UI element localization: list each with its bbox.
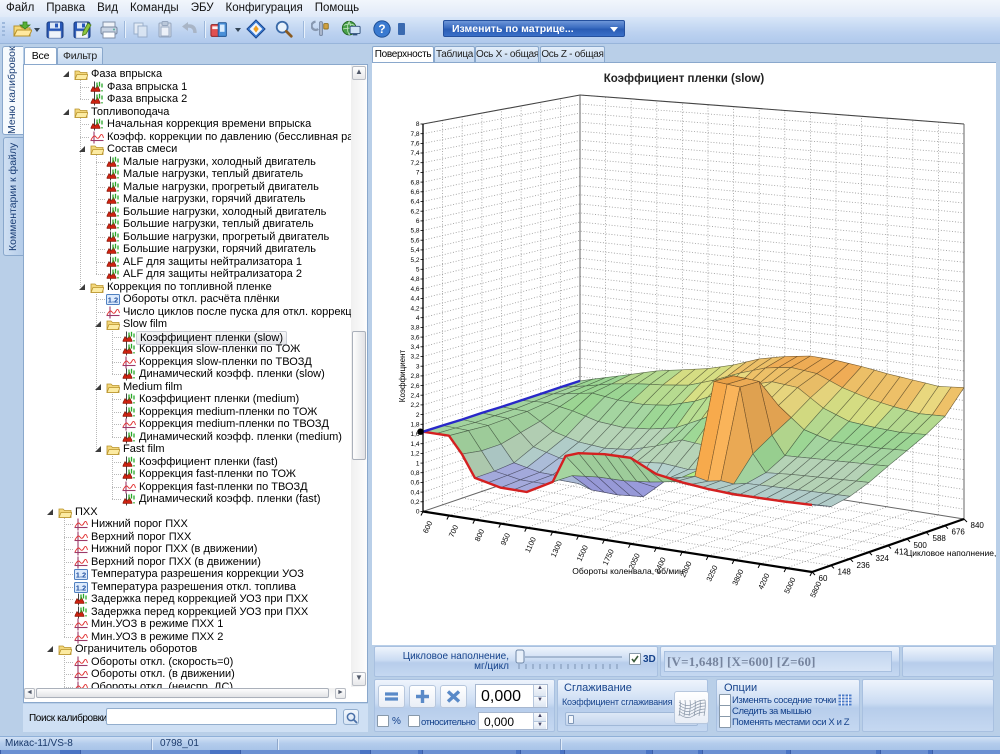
svg-text:3,8: 3,8 bbox=[410, 325, 419, 332]
svg-text:3: 3 bbox=[416, 363, 420, 370]
svg-text:Коэффициент пленки (slow): Коэффициент пленки (slow) bbox=[604, 73, 765, 85]
svg-text:1.2: 1.2 bbox=[108, 296, 118, 305]
svg-text:5,2: 5,2 bbox=[410, 257, 419, 264]
svg-text:2,4: 2,4 bbox=[410, 392, 419, 399]
svg-text:60: 60 bbox=[819, 574, 828, 583]
svg-text:1,4: 1,4 bbox=[410, 441, 419, 448]
svg-text:1.2: 1.2 bbox=[76, 583, 86, 592]
svg-text:0,2: 0,2 bbox=[410, 499, 419, 506]
svg-text:6,6: 6,6 bbox=[410, 189, 419, 196]
svg-text:2,6: 2,6 bbox=[410, 383, 419, 390]
svg-text:7,4: 7,4 bbox=[410, 150, 419, 157]
svg-text:5,8: 5,8 bbox=[410, 228, 419, 235]
svg-text:4,8: 4,8 bbox=[410, 276, 419, 283]
svg-text:5,6: 5,6 bbox=[410, 237, 419, 244]
svg-text:0,8: 0,8 bbox=[410, 470, 419, 477]
svg-text:6: 6 bbox=[416, 218, 420, 225]
svg-text:Обороты коленвала, об/мин: Обороты коленвала, об/мин bbox=[572, 566, 684, 576]
svg-text:588: 588 bbox=[933, 534, 947, 543]
svg-text:7,6: 7,6 bbox=[410, 141, 419, 148]
svg-text:4,4: 4,4 bbox=[410, 296, 419, 303]
svg-text:4: 4 bbox=[416, 315, 420, 322]
svg-text:676: 676 bbox=[952, 528, 966, 537]
svg-text:148: 148 bbox=[838, 567, 852, 576]
svg-text:7: 7 bbox=[416, 170, 420, 177]
svg-text:5,4: 5,4 bbox=[410, 247, 419, 254]
svg-text:6,8: 6,8 bbox=[410, 179, 419, 186]
svg-text:2,2: 2,2 bbox=[410, 402, 419, 409]
svg-text:0,4: 0,4 bbox=[410, 489, 419, 496]
svg-text:Коэффициент: Коэффициент bbox=[398, 349, 407, 402]
svg-text:1: 1 bbox=[416, 460, 420, 467]
svg-text:3,6: 3,6 bbox=[410, 334, 419, 341]
svg-text:0,6: 0,6 bbox=[410, 480, 419, 487]
svg-text:1,8: 1,8 bbox=[410, 422, 419, 429]
svg-text:?: ? bbox=[378, 22, 385, 36]
svg-text:4,6: 4,6 bbox=[410, 286, 419, 293]
svg-text:236: 236 bbox=[857, 561, 871, 570]
svg-text:1,2: 1,2 bbox=[410, 451, 419, 458]
svg-text:5: 5 bbox=[416, 267, 420, 274]
svg-text:6,4: 6,4 bbox=[410, 199, 419, 206]
svg-text:7,2: 7,2 bbox=[410, 160, 419, 167]
svg-text:4,2: 4,2 bbox=[410, 305, 419, 312]
svg-text:3,2: 3,2 bbox=[410, 354, 419, 361]
svg-text:7,8: 7,8 bbox=[410, 131, 419, 138]
svg-text:1.2: 1.2 bbox=[76, 571, 86, 580]
svg-text:2,8: 2,8 bbox=[410, 373, 419, 380]
svg-text:2: 2 bbox=[416, 412, 420, 419]
svg-text:840: 840 bbox=[971, 521, 985, 530]
svg-text:324: 324 bbox=[876, 554, 890, 563]
svg-text:Цикловое наполнение,: Цикловое наполнение, bbox=[906, 548, 996, 558]
svg-text:6,2: 6,2 bbox=[410, 208, 419, 215]
svg-text:0: 0 bbox=[416, 509, 420, 516]
svg-text:8: 8 bbox=[416, 121, 420, 128]
svg-text:3,4: 3,4 bbox=[410, 344, 419, 351]
